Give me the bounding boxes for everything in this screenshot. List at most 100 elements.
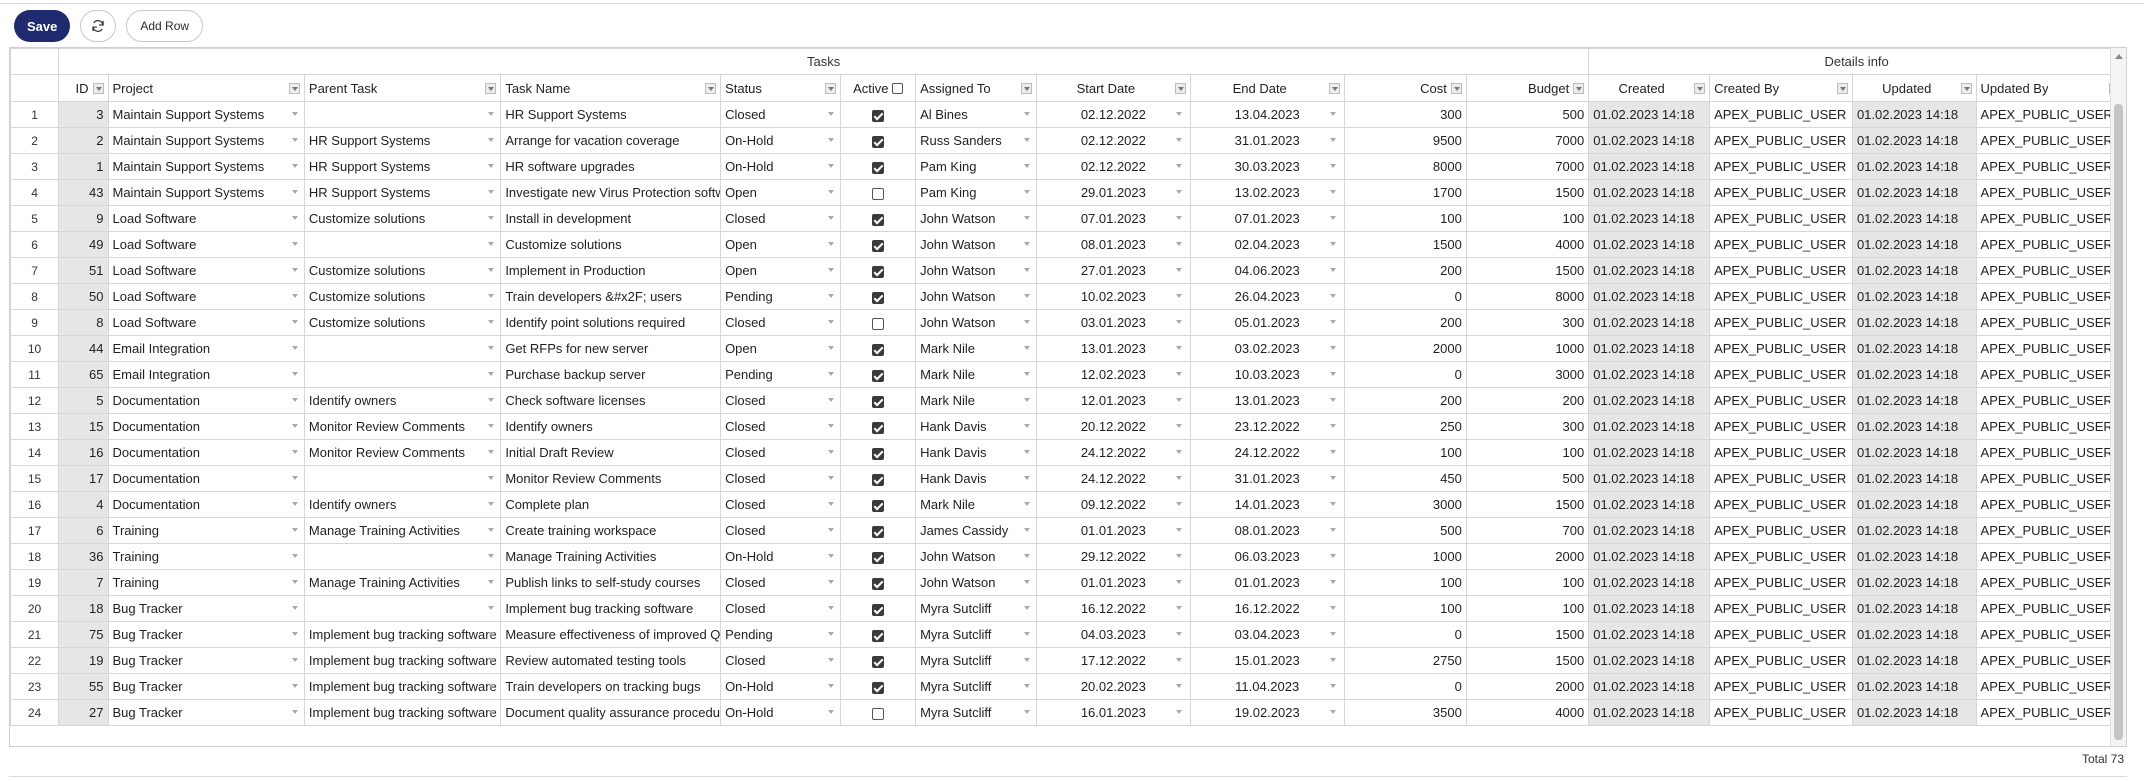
cell-start-date[interactable]: 24.12.2022 bbox=[1035, 465, 1191, 492]
table-row[interactable]: 17 6 Training Manage Training Activities Cre… bbox=[10, 517, 2126, 544]
dropdown-arrow-icon[interactable] bbox=[1175, 710, 1182, 714]
cell-id[interactable]: 44 bbox=[58, 335, 109, 362]
cell-id[interactable]: 7 bbox=[58, 569, 109, 596]
active-checkbox[interactable] bbox=[871, 395, 884, 408]
dropdown-arrow-icon[interactable] bbox=[1329, 372, 1336, 376]
cell-parent-task[interactable]: HR Support Systems bbox=[303, 153, 502, 180]
cell-active[interactable] bbox=[839, 231, 917, 258]
table-row[interactable]: 7 51 Load Software Customize solutions Imple… bbox=[10, 257, 2126, 284]
cell-project[interactable]: Documentation bbox=[107, 439, 305, 466]
cell-budget[interactable]: 100 bbox=[1465, 439, 1590, 466]
dropdown-arrow-icon[interactable] bbox=[1175, 372, 1182, 376]
dropdown-arrow-icon[interactable] bbox=[1175, 320, 1182, 324]
dropdown-arrow-icon[interactable] bbox=[291, 112, 298, 116]
cell-budget[interactable]: 300 bbox=[1465, 309, 1590, 336]
dropdown-arrow-icon[interactable] bbox=[1329, 320, 1336, 324]
active-checkbox[interactable] bbox=[871, 707, 884, 720]
cell-project[interactable]: Maintain Support Systems bbox=[107, 153, 305, 180]
cell-task-name[interactable]: Publish links to self-study courses bbox=[500, 569, 722, 596]
dropdown-arrow-icon[interactable] bbox=[291, 684, 298, 688]
cell-task-name[interactable]: Investigate new Virus Protection softwar… bbox=[500, 179, 722, 206]
dropdown-arrow-icon[interactable] bbox=[1175, 502, 1182, 506]
cell-assigned-to[interactable]: Hank Davis bbox=[915, 413, 1037, 440]
dropdown-arrow-icon[interactable] bbox=[291, 216, 298, 220]
cell-end-date[interactable]: 23.12.2022 bbox=[1189, 413, 1345, 440]
cell-active[interactable] bbox=[839, 283, 917, 310]
dropdown-arrow-icon[interactable] bbox=[1023, 424, 1030, 428]
dropdown-arrow-icon[interactable] bbox=[488, 320, 495, 324]
dropdown-arrow-icon[interactable] bbox=[291, 502, 298, 506]
cell-status[interactable]: Pending bbox=[720, 621, 841, 648]
cell-start-date[interactable]: 01.01.2023 bbox=[1035, 569, 1191, 596]
dropdown-arrow-icon[interactable] bbox=[827, 606, 834, 610]
dropdown-arrow-icon[interactable] bbox=[1175, 294, 1182, 298]
dropdown-arrow-icon[interactable] bbox=[1023, 658, 1030, 662]
dropdown-arrow-icon[interactable] bbox=[488, 372, 495, 376]
dropdown-arrow-icon[interactable] bbox=[827, 372, 834, 376]
column-menu-icon[interactable] bbox=[705, 82, 717, 94]
cell-parent-task[interactable]: Monitor Review Comments bbox=[303, 439, 502, 466]
cell-id[interactable]: 51 bbox=[58, 257, 109, 284]
dropdown-arrow-icon[interactable] bbox=[488, 398, 495, 402]
dropdown-arrow-icon[interactable] bbox=[488, 658, 495, 662]
cell-status[interactable]: Closed bbox=[720, 647, 841, 674]
select-all-checkbox[interactable] bbox=[891, 82, 903, 94]
column-header-start-date[interactable]: Start Date bbox=[1035, 74, 1191, 102]
cell-end-date[interactable]: 03.04.2023 bbox=[1189, 621, 1345, 648]
cell-start-date[interactable]: 13.01.2023 bbox=[1035, 335, 1191, 362]
dropdown-arrow-icon[interactable] bbox=[1023, 112, 1030, 116]
dropdown-arrow-icon[interactable] bbox=[1175, 632, 1182, 636]
cell-start-date[interactable]: 02.12.2022 bbox=[1035, 153, 1191, 180]
cell-end-date[interactable]: 15.01.2023 bbox=[1189, 647, 1345, 674]
cell-id[interactable]: 50 bbox=[58, 283, 109, 310]
cell-status[interactable]: On-Hold bbox=[720, 699, 841, 726]
table-row[interactable]: 6 49 Load Software Customize solutions Open J… bbox=[10, 231, 2126, 258]
active-checkbox[interactable] bbox=[871, 603, 884, 616]
dropdown-arrow-icon[interactable] bbox=[1175, 424, 1182, 428]
cell-parent-task[interactable]: Identify owners bbox=[303, 491, 502, 518]
cell-parent-task[interactable] bbox=[303, 465, 502, 492]
cell-active[interactable] bbox=[839, 439, 917, 466]
cell-end-date[interactable]: 24.12.2022 bbox=[1189, 439, 1345, 466]
dropdown-arrow-icon[interactable] bbox=[827, 424, 834, 428]
cell-end-date[interactable]: 31.01.2023 bbox=[1189, 465, 1345, 492]
cell-active[interactable] bbox=[839, 647, 917, 674]
cell-assigned-to[interactable]: Mark Nile bbox=[915, 335, 1037, 362]
cell-cost[interactable]: 3000 bbox=[1343, 491, 1467, 518]
dropdown-arrow-icon[interactable] bbox=[1175, 138, 1182, 142]
column-header-cost[interactable]: Cost bbox=[1343, 74, 1467, 102]
cell-project[interactable]: Documentation bbox=[107, 465, 305, 492]
dropdown-arrow-icon[interactable] bbox=[827, 502, 834, 506]
active-checkbox[interactable] bbox=[871, 473, 884, 486]
active-checkbox[interactable] bbox=[871, 499, 884, 512]
dropdown-arrow-icon[interactable] bbox=[291, 424, 298, 428]
cell-budget[interactable]: 1500 bbox=[1465, 179, 1590, 206]
active-checkbox[interactable] bbox=[871, 161, 884, 174]
cell-status[interactable]: On-Hold bbox=[720, 673, 841, 700]
cell-id[interactable]: 49 bbox=[58, 231, 109, 258]
cell-project[interactable]: Maintain Support Systems bbox=[107, 179, 305, 206]
active-checkbox[interactable] bbox=[871, 317, 884, 330]
table-row[interactable]: 5 9 Load Software Customize solutions Instal… bbox=[10, 205, 2126, 232]
cell-project[interactable]: Documentation bbox=[107, 387, 305, 414]
cell-start-date[interactable]: 12.02.2023 bbox=[1035, 361, 1191, 388]
table-row[interactable]: 4 43 Maintain Support Systems HR Support Sy… bbox=[10, 179, 2126, 206]
dropdown-arrow-icon[interactable] bbox=[291, 528, 298, 532]
dropdown-arrow-icon[interactable] bbox=[1329, 242, 1336, 246]
cell-end-date[interactable]: 05.01.2023 bbox=[1189, 309, 1345, 336]
cell-cost[interactable]: 0 bbox=[1343, 361, 1467, 388]
dropdown-arrow-icon[interactable] bbox=[1329, 658, 1336, 662]
cell-budget[interactable]: 7000 bbox=[1465, 127, 1590, 154]
cell-start-date[interactable]: 20.12.2022 bbox=[1035, 413, 1191, 440]
cell-end-date[interactable]: 19.02.2023 bbox=[1189, 699, 1345, 726]
dropdown-arrow-icon[interactable] bbox=[827, 294, 834, 298]
dropdown-arrow-icon[interactable] bbox=[488, 632, 495, 636]
cell-id[interactable]: 6 bbox=[58, 517, 109, 544]
cell-status[interactable]: Closed bbox=[720, 101, 841, 128]
cell-cost[interactable]: 0 bbox=[1343, 673, 1467, 700]
dropdown-arrow-icon[interactable] bbox=[1329, 450, 1336, 454]
cell-project[interactable]: Load Software bbox=[107, 205, 305, 232]
cell-project[interactable]: Training bbox=[107, 569, 305, 596]
cell-cost[interactable]: 100 bbox=[1343, 595, 1467, 622]
cell-end-date[interactable]: 11.04.2023 bbox=[1189, 673, 1345, 700]
